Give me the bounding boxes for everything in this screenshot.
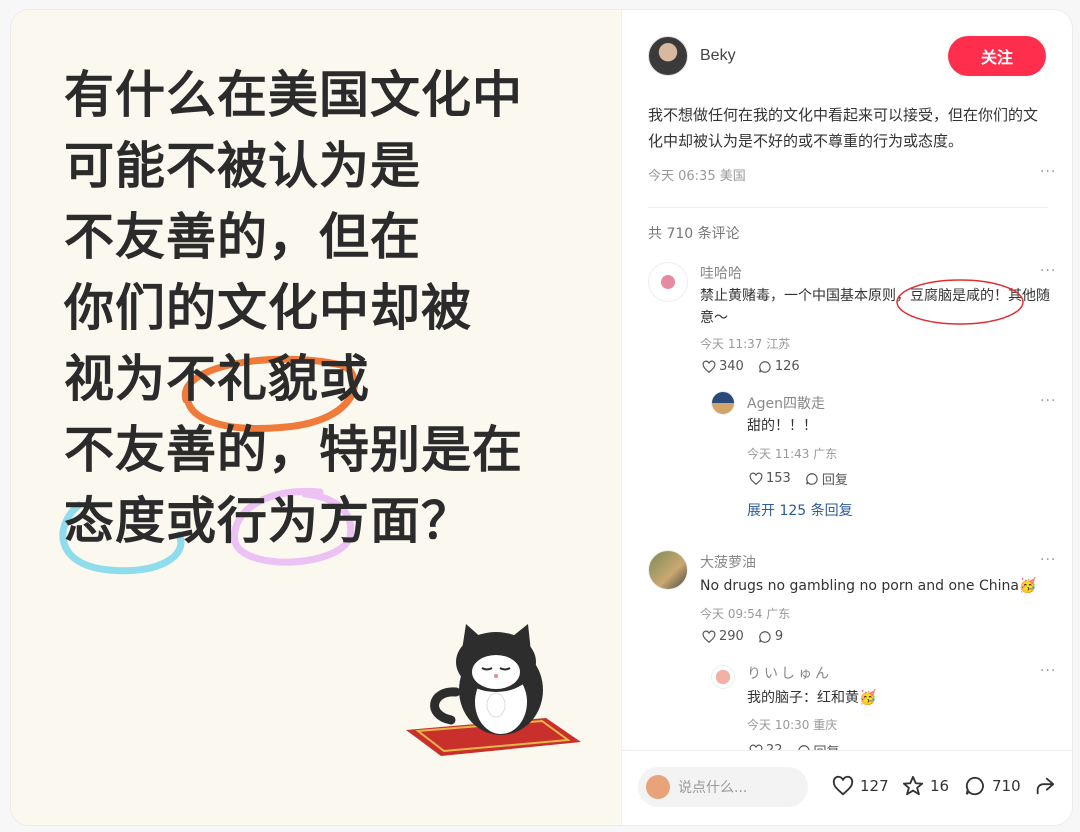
avatar[interactable] (648, 262, 688, 302)
comment-input-placeholder: 说点什么... (678, 780, 748, 796)
reply-count: 9 (774, 629, 784, 644)
like-count: 290 (719, 629, 744, 644)
author-avatar[interactable] (648, 36, 688, 76)
avatar[interactable] (648, 550, 688, 590)
comment-icon (806, 472, 818, 485)
avatar (646, 775, 670, 799)
bottom-bar: 说点什么... 127 16 710 (622, 750, 1072, 825)
more-icon[interactable]: ··· (1040, 663, 1056, 679)
headline-line: 不友善的，但在 (64, 208, 421, 266)
reply-button[interactable]: 126 (758, 359, 800, 374)
more-icon[interactable]: ··· (1040, 164, 1056, 180)
more-icon[interactable]: ··· (1040, 393, 1056, 409)
comment-meta: 今天 09:54 广东 (700, 607, 791, 621)
comment-actions: 290 9 (702, 629, 783, 644)
comment-text: No drugs no gambling no porn and one Chi… (700, 578, 1037, 594)
like-count: 127 (860, 777, 889, 795)
like-post-button[interactable]: 127 (832, 775, 889, 797)
like-button[interactable]: 290 (702, 629, 744, 644)
avatar[interactable] (711, 391, 735, 415)
favorite-button[interactable]: 16 (902, 775, 949, 797)
comment-count: 710 (992, 777, 1021, 795)
comment-icon (965, 776, 984, 796)
headline-line: 视为不礼貌或 (64, 350, 370, 408)
like-count: 340 (719, 359, 744, 374)
comment-input[interactable]: 说点什么... (638, 767, 808, 807)
comment-author[interactable]: 哇哈哈 (700, 263, 742, 283)
post-meta: 今天 06:35 美国 (648, 169, 746, 184)
author-info[interactable]: Beky (648, 36, 736, 76)
heart-icon (702, 360, 716, 373)
image-headline: 有什么在美国文化中 可能不被认为是 不友善的，但在 你们的文化中却被 视为不礼貌… (64, 60, 523, 557)
follow-button[interactable]: 关注 (948, 36, 1046, 76)
comment-icon (759, 630, 771, 643)
favorite-count: 16 (930, 777, 950, 795)
headline-line: 有什么在美国文化中 (64, 66, 523, 124)
reply-count: 126 (774, 359, 800, 374)
star-icon (902, 775, 924, 796)
post-description: 我不想做任何在我的文化中看起来可以接受，但在你们的文化中却被认为是不好的或不尊重… (648, 106, 1039, 150)
comments-panel: Beky 关注 我不想做任何在我的文化中看起来可以接受，但在你们的文化中却被认为… (621, 10, 1072, 825)
heart-icon (832, 775, 854, 796)
author-name[interactable]: Beky (700, 47, 736, 65)
comment-button[interactable]: 710 (964, 775, 1021, 797)
post-card: 有什么在美国文化中 可能不被认为是 不友善的，但在 你们的文化中却被 视为不礼貌… (11, 10, 1072, 825)
headline-line: 态度或行为方面？ (64, 492, 472, 550)
reply-button[interactable]: 9 (758, 629, 783, 644)
comment-author[interactable]: Agen四散走 (747, 393, 825, 413)
comment-count: 共 710 条评论 (648, 226, 740, 242)
divider (648, 207, 1048, 208)
share-icon (1036, 777, 1055, 795)
headline-line: 你们的文化中却被 (64, 279, 472, 337)
reply-label: 回复 (821, 473, 848, 488)
comment-meta: 今天 10:30 重庆 (747, 718, 838, 732)
comment-text: 甜的！！！ (747, 418, 817, 434)
cat-illustration (406, 624, 581, 756)
post-image[interactable]: 有什么在美国文化中 可能不被认为是 不友善的，但在 你们的文化中却被 视为不礼貌… (11, 10, 621, 825)
comment-actions: 340 126 (702, 359, 800, 374)
headline-line: 可能不被认为是 (64, 137, 421, 195)
comment-meta: 今天 11:43 广东 (747, 447, 838, 461)
heart-icon (749, 472, 763, 485)
comment-actions: 153 回复 (749, 469, 848, 488)
comment-author[interactable]: りいしゅん (747, 663, 832, 683)
more-icon[interactable]: ··· (1040, 552, 1056, 568)
share-button[interactable] (1034, 775, 1056, 797)
like-count: 153 (766, 471, 791, 486)
like-button[interactable]: 153 (749, 469, 791, 488)
comment-meta: 今天 11:37 江苏 (700, 337, 791, 351)
reply-button[interactable]: 回复 (805, 469, 848, 488)
avatar[interactable] (711, 665, 735, 689)
like-button[interactable]: 340 (702, 359, 744, 374)
red-circle-mark (896, 279, 1024, 325)
comment-author[interactable]: 大菠萝油 (700, 552, 756, 572)
headline-line: 不友善的，特别是在 (64, 421, 523, 479)
more-icon[interactable]: ··· (1040, 263, 1056, 279)
expand-replies-link[interactable]: 展开 125 条回复 (747, 500, 853, 520)
comment-text: 我的脑子：红和黄🥳 (747, 690, 877, 706)
comment-icon (759, 360, 771, 373)
heart-icon (702, 630, 716, 643)
